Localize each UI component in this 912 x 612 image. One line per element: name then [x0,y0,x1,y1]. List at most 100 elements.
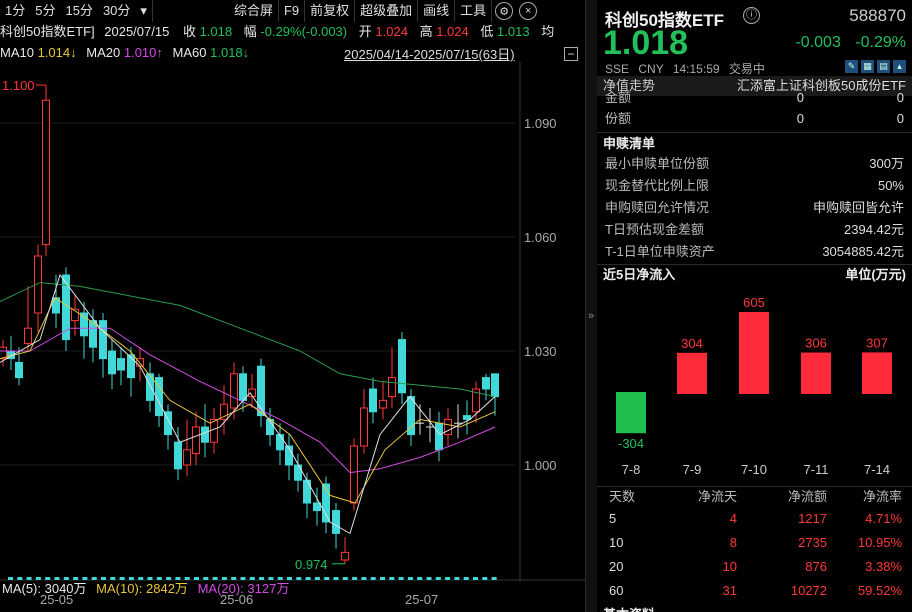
candle-body [380,400,387,408]
expand-icon[interactable]: » [588,310,594,322]
candle-body [361,408,368,446]
candle-body [492,374,499,397]
candle-body [231,374,238,408]
cell-inflow-amount: 10272 [791,580,827,601]
ma20-value: 1.010↑ [124,45,163,60]
chart-toolbar: 1分 5分 15分 30分 ▾ 综合屏 F9 前复权 超级叠加 画线 工具 ⚙ … [0,0,585,22]
x-label-may: 25-05 [40,592,73,607]
candle-body [399,340,406,393]
candle-body [389,378,396,397]
grid-icon[interactable]: ▦ [861,60,874,73]
net-inflow-chart: -3047-83047-96057-103067-113077-14 [597,284,912,484]
subscribe-value: 3054885.42元 [822,241,904,263]
volume-bar [389,577,394,580]
cell-inflow-amount: 2735 [798,532,827,553]
cell-inflow-rate: 3.38% [865,556,902,577]
inflow-date-label: 7-11 [803,462,828,477]
f9-button[interactable]: F9 [279,0,305,22]
tools-button[interactable]: 工具 [455,0,492,22]
inflow-value-label: -304 [618,436,644,451]
inflow-bar [801,353,831,394]
combined-screen-button[interactable]: 综合屏 [229,0,279,22]
cell-days: 60 [609,580,623,601]
subscribe-row: 最小申赎单位份额 300万 [597,153,912,175]
fund-row-v2: 0 [804,108,904,130]
period-dropdown[interactable]: ▾ [135,0,153,22]
market: SSE [605,62,629,76]
table-row: 20 10 876 3.38% [597,556,912,577]
inflow-bar [616,392,646,433]
high-annotation: 1.100 [2,78,35,93]
period-5min[interactable]: 5分 [30,0,60,22]
volume-bar [343,577,348,580]
subscribe-value: 申购赎回皆允许 [813,197,904,219]
ma60-value: 1.018↓ [210,45,249,60]
info-icon[interactable]: ⓘ [743,7,760,24]
cell-inflow-amount: 876 [805,556,827,577]
forward-adjust-button[interactable]: 前复权 [305,0,355,22]
super-overlay-button[interactable]: 超级叠加 [355,0,418,22]
period-15min[interactable]: 15分 [60,0,97,22]
net-inflow-title: 近5日净流入 [603,265,675,284]
volume-bar [408,577,413,580]
low-label: 低 [480,24,493,39]
volume-bar [464,577,469,580]
fund-row-v1: 0 [734,90,804,106]
basic-info-tab[interactable]: 基本资料 [603,604,655,612]
date-range[interactable]: 2025/04/14-2025/07/15(63日) [344,44,515,63]
ma20-line [0,328,495,472]
quote-change: -0.003 -0.29% [795,34,906,52]
cell-inflow-days: 31 [723,580,737,601]
volume-bar [334,577,339,580]
settings-icon[interactable]: ⚙ [495,2,513,20]
candle-body [147,374,154,401]
period-1min[interactable]: 1分 [0,0,30,22]
subscribe-value: 50% [878,175,904,197]
inflow-date-label: 7-10 [741,462,767,477]
cell-days: 10 [609,532,623,553]
draw-line-button[interactable]: 画线 [418,0,455,22]
kline-panel: 1分 5分 15分 30分 ▾ 综合屏 F9 前复权 超级叠加 画线 工具 ⚙ … [0,0,585,612]
volume-bar [352,577,357,580]
volume-bar [399,577,404,580]
period-30min[interactable]: 30分 [98,0,135,22]
change-pct: -0.29% [855,34,906,51]
close-icon[interactable]: × [519,2,537,20]
volume-bar [371,577,376,580]
collapse-button[interactable]: − [564,47,578,61]
inflow-value-label: 306 [805,336,827,351]
panel-divider[interactable]: » [585,0,597,612]
candlestick-chart[interactable]: 1.0901.0601.0301.0001.1000.974 [0,62,585,582]
x-axis-labels: 25-05 25-06 25-07 [0,592,585,612]
net-inflow-header: 近5日净流入 单位(万元) [597,264,912,284]
col-days: 天数 [609,487,635,507]
avg-label: 均 [541,24,554,39]
x-label-jul: 25-07 [405,592,438,607]
chart-icon[interactable]: ▤ [877,60,890,73]
fund-row-v1: 0 [734,108,804,130]
cell-inflow-days: 10 [723,556,737,577]
high-value: 1.024 [436,24,469,39]
table-row: 60 31 10272 59.52% [597,580,912,601]
subscribe-key: T日预估现金差额 [605,219,704,241]
candle-body [351,446,358,503]
volume-bar [492,577,497,580]
amp-label: 幅 [244,24,257,39]
ma20-label: MA20 [86,45,120,60]
col-inflow-rate: 净流率 [863,487,902,507]
quote-price: 1.018 [603,24,688,63]
candle-body [202,427,209,442]
pin-icon[interactable]: ▴ [893,60,906,73]
candle-body [333,511,340,534]
candle-body [304,480,311,503]
candle-body [109,351,116,374]
cell-days: 20 [609,556,623,577]
edit-icon[interactable]: ✎ [845,60,858,73]
inflow-value-label: 605 [743,295,765,310]
open-label: 开 [359,24,372,39]
inflow-value-label: 304 [681,336,703,351]
candle-body [184,450,191,465]
info-date: 2025/07/15 [104,24,169,39]
subscribe-key: 现金替代比例上限 [605,175,709,197]
subscribe-row: 申购赎回允许情况 申购赎回皆允许 [597,197,912,219]
